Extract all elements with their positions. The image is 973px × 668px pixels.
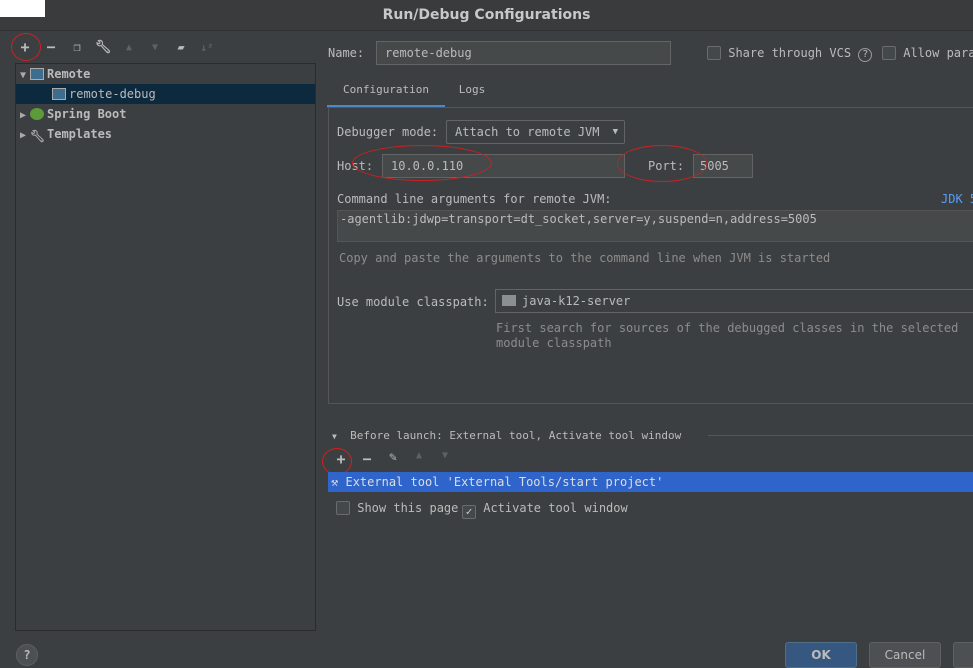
tree-item-templates[interactable]: ▶ 🔧︎ Templates	[16, 124, 315, 144]
cmd-args-textarea[interactable]: -agentlib:jdwp=transport=dt_socket,serve…	[337, 210, 973, 242]
collapse-arrow-icon: ▼	[332, 432, 337, 441]
module-label: Use module classpath:	[337, 295, 489, 309]
debugger-mode-label: Debugger mode:	[337, 125, 439, 139]
help-button[interactable]: ?	[16, 644, 38, 666]
arrow-up-icon[interactable]: ▲	[408, 450, 430, 468]
window-title: Run/Debug Configurations	[0, 0, 973, 31]
arrow-down-icon[interactable]: ▼	[434, 450, 456, 468]
tree-item-remote-debug[interactable]: remote-debug	[16, 84, 315, 104]
allow-parallel-label: Allow para	[903, 46, 973, 60]
before-launch-header[interactable]: ▼ Before launch: External tool, Activate…	[332, 429, 681, 442]
arrow-up-icon[interactable]: ▲	[118, 42, 140, 53]
activate-label: Activate tool window	[483, 501, 628, 515]
show-page-label: Show this page	[357, 501, 459, 515]
share-vcs-label: Share through VCS	[728, 46, 852, 60]
tree-item-label: Templates	[47, 127, 113, 141]
annotation-circle	[322, 448, 352, 475]
jdk-version-link[interactable]: JDK 5	[941, 192, 973, 206]
tree-item-label: remote-debug	[69, 87, 156, 101]
name-label: Name:	[328, 46, 365, 60]
minus-icon[interactable]: −	[356, 450, 378, 468]
expand-arrow-icon[interactable]: ▼	[16, 66, 30, 86]
module-value: java-k12-server	[522, 294, 631, 308]
tab-logs[interactable]: Logs	[448, 78, 496, 102]
wrench-icon: 🔧︎	[30, 129, 46, 143]
sort-icon[interactable]: ↓ᶻ	[196, 41, 218, 54]
config-toolbar: + − ❐ 🔧︎ ▲ ▼ ▰ ↓ᶻ	[14, 38, 218, 56]
tree-item-label: Remote	[47, 67, 91, 81]
minus-icon[interactable]: −	[40, 38, 62, 56]
wrench-icon[interactable]: 🔧︎	[92, 40, 114, 55]
config-tree: ▼ Remote remote-debug ▶ Spring Boot ▶ 🔧︎ Tem…	[15, 63, 316, 631]
before-launch-item[interactable]: ⚒ External tool 'External Tools/start pr…	[328, 472, 973, 492]
check-icon: ✓	[462, 505, 476, 519]
tab-configuration[interactable]: Configuration	[327, 78, 445, 108]
tools-icon: ⚒	[331, 475, 339, 489]
ok-button[interactable]: OK	[785, 642, 857, 668]
tree-item-spring-boot[interactable]: ▶ Spring Boot	[16, 104, 315, 124]
apply-button[interactable]	[953, 642, 973, 668]
annotation-circle	[352, 145, 492, 181]
remote-icon	[52, 88, 66, 100]
allow-parallel-checkbox[interactable]: Allow para	[882, 46, 973, 60]
help-icon[interactable]: ?	[858, 48, 873, 62]
activate-tool-window-checkbox[interactable]: ✓ Activate tool window	[462, 501, 628, 519]
cancel-button[interactable]: Cancel	[869, 642, 941, 668]
spring-boot-icon	[30, 108, 44, 120]
debugger-mode-value: Attach to remote JVM	[455, 125, 600, 139]
new-folder-icon[interactable]: ▰	[170, 40, 192, 54]
before-launch-item-label: External tool 'External Tools/start proj…	[345, 475, 664, 489]
remote-icon	[30, 68, 44, 80]
copy-icon[interactable]: ❐	[66, 40, 88, 54]
before-launch-title: Before launch: External tool, Activate t…	[350, 429, 682, 442]
arrow-down-icon[interactable]: ▼	[144, 42, 166, 53]
cmd-label: Command line arguments for remote JVM:	[337, 192, 612, 206]
chevron-down-icon: ▼	[612, 127, 618, 137]
separator	[708, 435, 973, 436]
show-page-checkbox[interactable]: Show this page	[336, 501, 458, 515]
module-folder-icon	[502, 295, 516, 306]
name-input[interactable]: remote-debug	[376, 41, 671, 65]
debugger-mode-select[interactable]: Attach to remote JVM ▼	[446, 120, 625, 144]
module-select[interactable]: java-k12-server	[495, 289, 973, 313]
annotation-circle	[11, 33, 41, 61]
tree-item-label: Spring Boot	[47, 107, 127, 121]
share-vcs-checkbox[interactable]: Share through VCS ?	[707, 46, 873, 62]
annotation-circle	[617, 145, 708, 182]
module-hint: First search for sources of the debugged…	[496, 321, 959, 350]
pencil-icon[interactable]: ✎	[382, 450, 404, 468]
collapse-arrow-icon[interactable]: ▶	[16, 106, 30, 126]
tree-item-remote[interactable]: ▼ Remote	[16, 64, 315, 84]
cmd-hint: Copy and paste the arguments to the comm…	[339, 251, 831, 265]
collapse-arrow-icon[interactable]: ▶	[16, 126, 30, 146]
overlay-box	[0, 0, 45, 17]
